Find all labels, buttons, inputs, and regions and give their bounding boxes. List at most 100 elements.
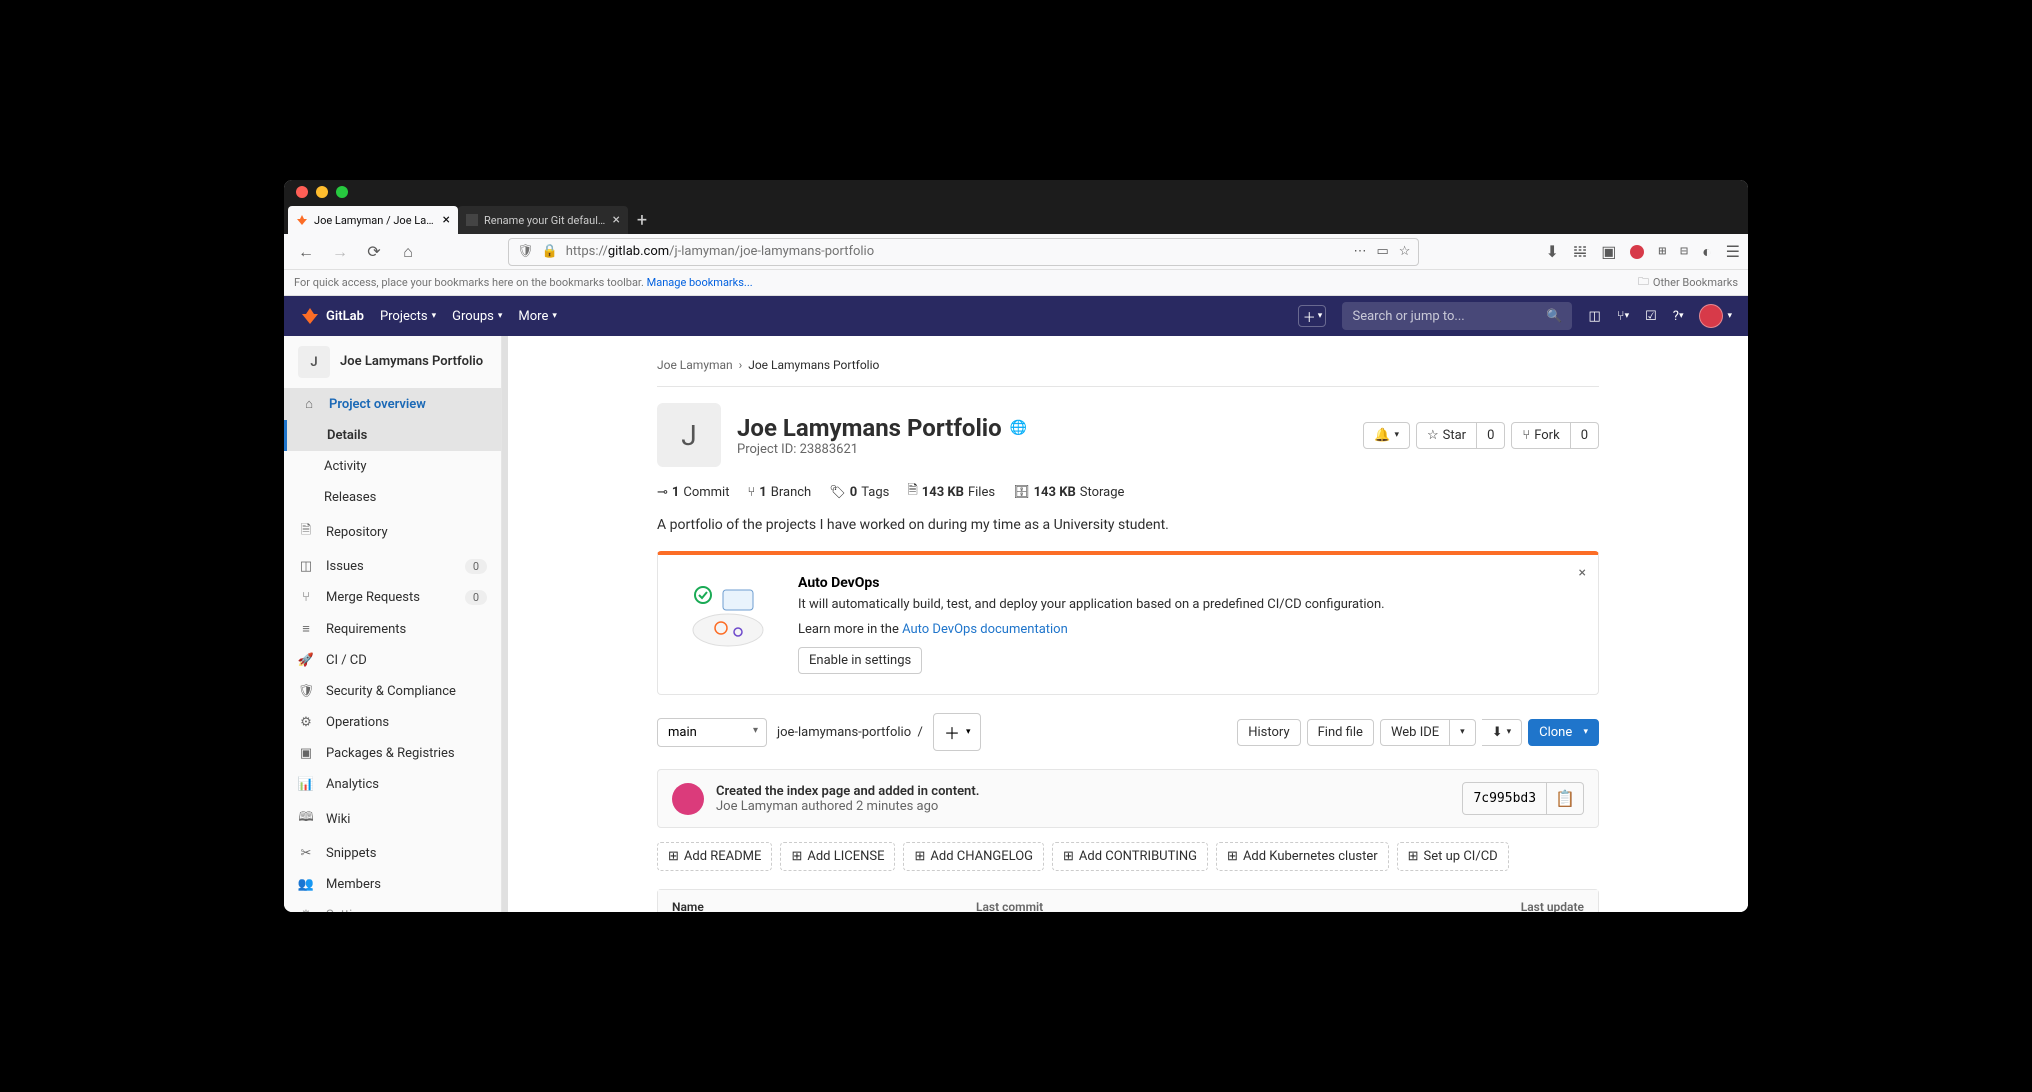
commit-sha[interactable]: 7c995bd3: [1462, 782, 1547, 815]
nav-forward-button[interactable]: →: [326, 238, 354, 266]
add-license-button[interactable]: ⊞Add LICENSE: [780, 842, 895, 871]
notification-button[interactable]: 🔔▾: [1363, 422, 1410, 449]
project-avatar-large: J: [657, 403, 721, 467]
stat-files[interactable]: 🗎143 KBFiles: [907, 481, 995, 503]
plus-box-icon: ⊞: [1227, 849, 1238, 864]
sidebar-snippets[interactable]: ✂Snippets: [284, 838, 501, 869]
nav-todos-icon[interactable]: ☑: [1645, 309, 1657, 324]
url-text: https://gitlab.com/j-lamyman/joe-lamyman…: [566, 244, 874, 259]
commit-message[interactable]: Created the index page and added in cont…: [716, 784, 979, 799]
storage-icon: 🗄: [1013, 485, 1030, 500]
sidebar-requirements[interactable]: ≡Requirements: [284, 613, 501, 645]
nav-more[interactable]: More▾: [518, 309, 556, 324]
sidebar-details[interactable]: Details: [284, 420, 501, 451]
breadcrumb-user[interactable]: Joe Lamyman: [657, 358, 733, 372]
close-icon[interactable]: ×: [1579, 565, 1586, 581]
url-bar[interactable]: 🛡 🔒 https://gitlab.com/j-lamyman/joe-lam…: [508, 238, 1419, 266]
nav-new-button[interactable]: ＋▾: [1298, 305, 1326, 327]
manage-bookmarks-link[interactable]: Manage bookmarks...: [647, 276, 753, 289]
web-ide-dropdown[interactable]: ▾: [1450, 719, 1476, 746]
sidebar-merge-requests[interactable]: ⑂Merge Requests0: [284, 582, 501, 613]
sidebar-settings[interactable]: ⚙Settings: [284, 900, 501, 912]
meatball-icon[interactable]: ⋯: [1354, 244, 1367, 259]
browser-tab[interactable]: Rename your Git default branch ×: [458, 206, 628, 234]
sidebar-members[interactable]: 👥Members: [284, 869, 501, 900]
copy-sha-button[interactable]: 📋: [1547, 782, 1584, 815]
add-kubernetes-button[interactable]: ⊞Add Kubernetes cluster: [1216, 842, 1389, 871]
account-icon[interactable]: [1630, 245, 1644, 259]
project-avatar: J: [298, 346, 330, 378]
folder-icon: 🗀: [1638, 273, 1649, 292]
sidebar-icon[interactable]: ▣: [1601, 242, 1616, 261]
sidebar-activity[interactable]: Activity: [284, 451, 501, 482]
browser-tab-active[interactable]: Joe Lamyman / Joe Lamymans ×: [288, 206, 458, 234]
nav-search-input[interactable]: Search or jump to... 🔍: [1342, 302, 1572, 330]
add-contributing-button[interactable]: ⊞Add CONTRIBUTING: [1052, 842, 1208, 871]
other-bookmarks[interactable]: Other Bookmarks: [1653, 276, 1738, 289]
commit-icon: ⊸: [657, 485, 668, 500]
history-button[interactable]: History: [1237, 719, 1300, 746]
nav-issues-icon[interactable]: ◫: [1588, 309, 1600, 324]
sidebar-analytics[interactable]: 📊Analytics: [284, 769, 501, 800]
sidebar-security[interactable]: 🛡Security & Compliance: [284, 676, 501, 707]
sidebar-cicd[interactable]: 🚀CI / CD: [284, 645, 501, 676]
col-header-commit: Last commit: [976, 900, 1432, 912]
stat-branches[interactable]: ⑂1Branch: [747, 481, 811, 503]
ext-icon[interactable]: ⊟: [1680, 244, 1688, 259]
gitlab-favicon-icon: [296, 214, 308, 226]
nav-back-button[interactable]: ←: [292, 238, 320, 266]
nav-merge-requests-icon[interactable]: ⑂▾: [1617, 309, 1629, 324]
nav-help-icon[interactable]: ?▾: [1673, 309, 1684, 324]
stat-storage[interactable]: 🗄143 KBStorage: [1013, 481, 1124, 503]
window-minimize[interactable]: [316, 186, 328, 198]
sidebar-releases[interactable]: Releases: [284, 482, 501, 513]
sidebar-repository[interactable]: 🗎Repository: [284, 513, 501, 551]
add-file-button[interactable]: ＋▾: [933, 713, 982, 751]
ext-icon[interactable]: ◐: [1702, 242, 1712, 262]
breadcrumb-project[interactable]: Joe Lamymans Portfolio: [748, 358, 879, 372]
reader-icon[interactable]: ▭: [1377, 244, 1389, 259]
home-button[interactable]: ⌂: [394, 238, 422, 266]
bookmark-star-icon[interactable]: ☆: [1399, 244, 1411, 259]
web-ide-button[interactable]: Web IDE: [1380, 719, 1450, 746]
shield-icon: 🛡: [517, 244, 534, 259]
reload-button[interactable]: ⟳: [360, 238, 388, 266]
devops-doc-link[interactable]: Auto DevOps documentation: [902, 622, 1068, 637]
add-readme-button[interactable]: ⊞Add README: [657, 842, 772, 871]
sidebar-packages[interactable]: ▣Packages & Registries: [284, 738, 501, 769]
tab-close-icon[interactable]: ×: [443, 212, 450, 228]
find-file-button[interactable]: Find file: [1307, 719, 1374, 746]
star-button[interactable]: ☆Star: [1416, 422, 1477, 449]
stat-commits[interactable]: ⊸1Commit: [657, 481, 729, 503]
library-icon[interactable]: 𝍐: [1573, 242, 1587, 261]
setup-cicd-button[interactable]: ⊞Set up CI/CD: [1397, 842, 1509, 871]
sidebar-issues[interactable]: ◫Issues0: [284, 551, 501, 582]
repo-path[interactable]: joe-lamymans-portfolio /: [777, 725, 923, 740]
nav-groups[interactable]: Groups▾: [452, 309, 502, 324]
menu-icon[interactable]: ☰: [1726, 242, 1740, 261]
new-tab-button[interactable]: +: [628, 206, 656, 234]
stat-tags[interactable]: 🏷0Tags: [829, 481, 889, 503]
enable-devops-button[interactable]: Enable in settings: [798, 647, 922, 674]
tab-close-icon[interactable]: ×: [613, 212, 620, 228]
download-button[interactable]: ⬇▾: [1482, 719, 1522, 746]
branch-selector[interactable]: main: [657, 718, 767, 747]
sidebar-wiki[interactable]: 🕮Wiki: [284, 800, 501, 838]
nav-projects[interactable]: Projects▾: [380, 309, 436, 324]
window-close[interactable]: [296, 186, 308, 198]
sidebar-operations[interactable]: ⚙Operations: [284, 707, 501, 738]
sidebar-project-header[interactable]: J Joe Lamymans Portfolio: [284, 336, 501, 388]
nav-user-avatar[interactable]: ▾: [1699, 304, 1732, 328]
issues-icon: ◫: [298, 559, 314, 574]
downloads-icon[interactable]: ⬇: [1545, 242, 1558, 261]
add-changelog-button[interactable]: ⊞Add CHANGELOG: [903, 842, 1044, 871]
window-maximize[interactable]: [336, 186, 348, 198]
clone-button[interactable]: Clone ▾: [1528, 719, 1599, 746]
fork-button[interactable]: ⑂Fork: [1511, 422, 1570, 449]
commit-author-avatar[interactable]: [672, 783, 704, 815]
gitlab-logo[interactable]: GitLab: [300, 306, 364, 326]
ext-icon[interactable]: ⊞: [1658, 244, 1666, 259]
requirements-icon: ≡: [298, 621, 314, 637]
gitlab-navbar: GitLab Projects▾ Groups▾ More▾ ＋▾ Search…: [284, 296, 1748, 336]
sidebar-project-overview[interactable]: ⌂ Project overview: [284, 388, 501, 420]
